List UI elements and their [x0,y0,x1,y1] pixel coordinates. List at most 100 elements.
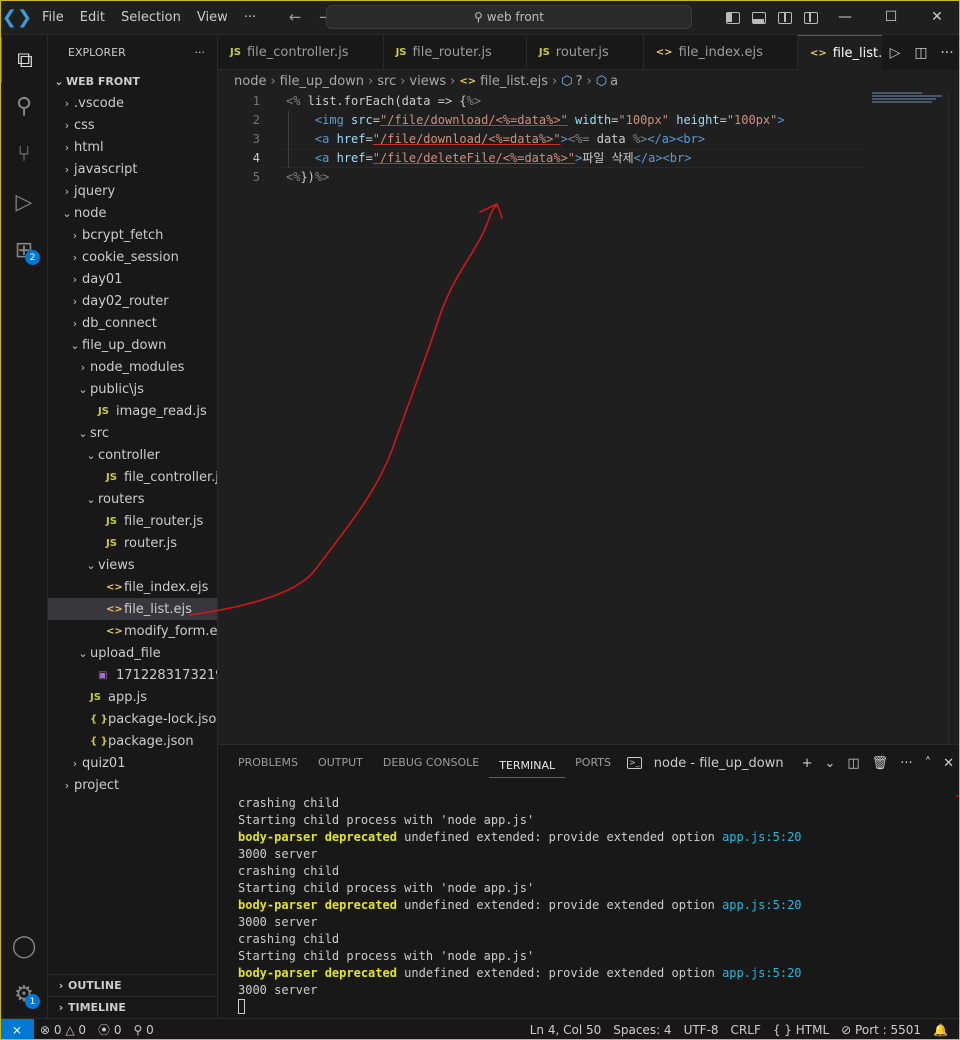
tree-folder[interactable]: › project [48,774,217,796]
breadcrumb-symbol-2[interactable]: a [610,74,618,89]
tree-file[interactable]: JS file_router.js [48,510,217,532]
code-line[interactable]: <a href="/file/deleteFile/<%=data%>">파일 … [286,149,692,168]
tree-file[interactable]: <> modify_form.ejs [48,620,217,642]
chevron-down-icon[interactable]: ⌄ [824,756,835,771]
tree-folder[interactable]: ⌄ routers [48,488,217,510]
encoding[interactable]: UTF-8 [678,1023,725,1037]
run-icon[interactable]: ▷ [882,45,908,61]
extensions-icon[interactable]: ⊞ 2 [0,227,48,273]
breadcrumb-node[interactable]: node [234,74,266,89]
minimap[interactable] [872,92,948,104]
search-view-icon[interactable]: ⚲ [0,83,48,129]
language-mode[interactable]: { } HTML [767,1023,835,1037]
tree-folder[interactable]: ⌄ file_up_down [48,334,217,356]
tree-file[interactable]: { } package.json [48,730,217,752]
remote-icon[interactable]: ⨯ [0,1018,34,1040]
more-actions-icon[interactable]: ··· [934,45,960,61]
customize-layout-icon[interactable] [798,11,824,25]
menu-selection[interactable]: Selection [113,0,189,35]
tree-file[interactable]: { } package-lock.json [48,708,217,730]
live-server-port[interactable]: ⊘ Port : 5501 [835,1023,927,1037]
tree-file[interactable]: JS app.js [48,686,217,708]
tree-file[interactable]: JS router.js [48,532,217,554]
close-window-icon[interactable]: ✕ [914,0,960,35]
tree-folder[interactable]: › javascript [48,158,217,180]
timeline-section[interactable]: › TIMELINE [48,996,217,1018]
breadcrumb-symbol-1[interactable]: ? [576,74,583,89]
tree-folder[interactable]: › css [48,114,217,136]
tree-folder[interactable]: ⌄ views [48,554,217,576]
split-editor-icon[interactable]: ◫ [908,45,934,61]
tree-file[interactable]: <> file_list.ejs [48,598,217,620]
live-share-status[interactable]: ⚲ 0 [127,1023,159,1037]
explorer-more-icon[interactable]: ··· [195,46,206,59]
editor-scrollbar[interactable] [948,92,960,744]
breadcrumb-file[interactable]: file_list.ejs [480,74,548,89]
tree-folder[interactable]: › bcrypt_fetch [48,224,217,246]
panel-tab-problems[interactable]: PROBLEMS [228,745,308,781]
tab-file-router-js[interactable]: JS file_router.js [384,35,527,70]
tree-file[interactable]: ▣ 1712283173219-l... [48,664,217,686]
close-panel-icon[interactable]: ✕ [943,756,954,771]
line-ending[interactable]: CRLF [725,1023,767,1037]
tree-file[interactable]: JS image_read.js [48,400,217,422]
code-line[interactable]: <a href="/file/download/<%=data%>"><%= d… [286,130,705,149]
tab-file-controller-js[interactable]: JS file_controller.js [218,35,384,70]
source-control-icon[interactable]: ⑂ [0,131,48,177]
code-line[interactable]: <%})%> [286,168,329,187]
outline-section[interactable]: › OUTLINE [48,974,217,996]
run-debug-icon[interactable]: ▷ [0,179,48,225]
toggle-panel-icon[interactable] [746,11,772,25]
problems-status[interactable]: ⊗ 0 △ 0 [34,1023,92,1037]
tree-folder[interactable]: › jquery [48,180,217,202]
tree-root-web-front[interactable]: ⌄ WEB FRONT [48,70,217,92]
tree-folder[interactable]: › cookie_session [48,246,217,268]
menu-edit[interactable]: Edit [72,0,113,35]
indentation[interactable]: Spaces: 4 [607,1023,677,1037]
tab-router-js[interactable]: JS router.js [527,35,644,70]
split-terminal-icon[interactable]: ◫ [847,756,859,771]
code-editor[interactable]: 12345 <% list.forEach(data => {%> <img s… [218,92,960,744]
tree-folder[interactable]: › day02_router [48,290,217,312]
maximize-icon[interactable]: ☐ [868,0,914,35]
cursor-position[interactable]: Ln 4, Col 50 [524,1023,608,1037]
accounts-icon[interactable]: ◯ [0,923,48,969]
tree-folder[interactable]: ⌄ controller [48,444,217,466]
breadcrumb-src[interactable]: src [377,74,396,89]
tree-folder[interactable]: › quiz01 [48,752,217,774]
tree-file[interactable]: JS file_controller.js [48,466,217,488]
tree-folder[interactable]: › node_modules [48,356,217,378]
more-actions-icon[interactable]: ··· [900,756,912,771]
panel-tab-debug-console[interactable]: DEBUG CONSOLE [373,745,489,781]
manage-gear-icon[interactable]: ⚙ 1 [0,971,48,1017]
minimize-icon[interactable]: — [822,0,868,35]
menu-file[interactable]: File [34,0,72,35]
toggle-sidebar-icon[interactable] [720,11,746,25]
code-line[interactable]: <img src="/file/download/<%=data%>" widt… [286,111,785,130]
menu-more[interactable]: ··· [236,0,264,35]
tree-folder[interactable]: ⌄ node [48,202,217,224]
command-center-search[interactable]: ⚲ web front [326,5,692,29]
panel-tab-ports[interactable]: PORTS [565,745,621,781]
notifications-bell-icon[interactable]: 🔔 [927,1023,954,1037]
panel-tab-output[interactable]: OUTPUT [308,745,373,781]
tree-folder[interactable]: › db_connect [48,312,217,334]
breadcrumb-views[interactable]: views [409,74,446,89]
code-line[interactable]: <% list.forEach(data => {%> [286,92,481,111]
tree-folder[interactable]: › html [48,136,217,158]
tree-folder[interactable]: ⌄ public\js [48,378,217,400]
maximize-panel-icon[interactable]: ˄ [925,756,932,771]
toggle-secondary-sidebar-icon[interactable] [772,11,798,25]
kill-terminal-icon[interactable]: 🗑 [872,756,889,771]
ports-status[interactable]: ⦿ 0 [92,1021,127,1038]
menu-view[interactable]: View [189,0,236,35]
tree-folder[interactable]: › day01 [48,268,217,290]
panel-tab-terminal[interactable]: TERMINAL [489,748,566,778]
tree-file[interactable]: <> file_index.ejs [48,576,217,598]
breadcrumb-file-up-down[interactable]: file_up_down [280,74,364,89]
tree-folder[interactable]: ⌄ upload_file [48,642,217,664]
tree-folder[interactable]: › .vscode [48,92,217,114]
back-arrow-icon[interactable]: ← [280,8,310,26]
terminal-selector[interactable]: >_ node - file_up_down [626,756,790,771]
explorer-icon[interactable]: ⧉ [0,37,48,83]
